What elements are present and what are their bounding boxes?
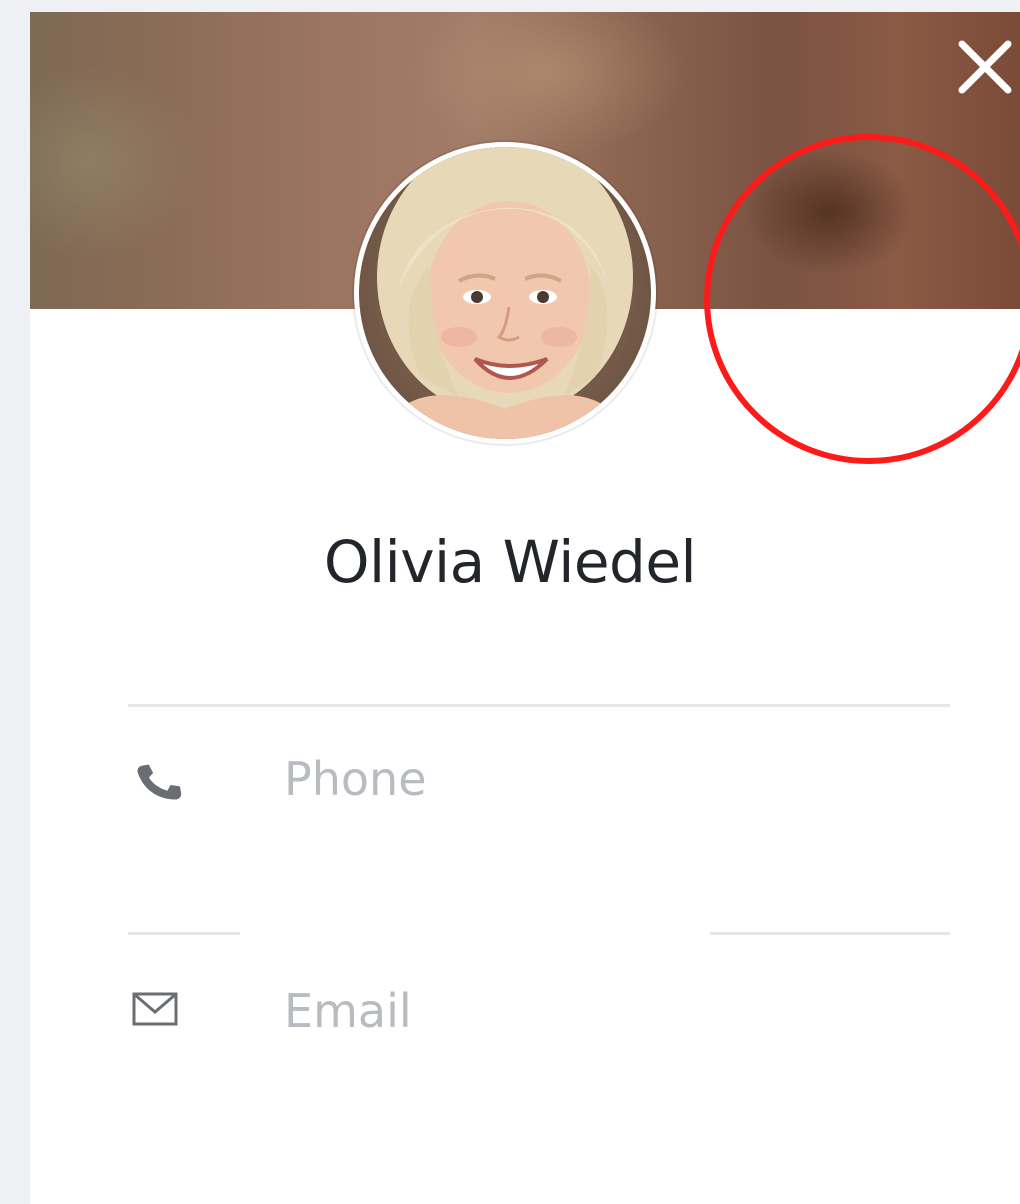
contact-name: Olivia Wiedel: [323, 528, 697, 596]
phone-icon: [137, 764, 182, 800]
email-field[interactable]: Email: [128, 962, 950, 1062]
divider: [710, 932, 950, 935]
avatar[interactable]: [354, 142, 656, 444]
envelope-icon: [132, 992, 178, 1026]
close-icon: [958, 40, 1012, 94]
divider: [128, 704, 950, 707]
phone-field[interactable]: Phone: [128, 730, 950, 830]
phone-label: Phone: [284, 752, 427, 806]
close-button[interactable]: [954, 36, 1016, 98]
divider: [128, 932, 240, 935]
highlight-circle: [704, 134, 1020, 464]
profile-photo: [359, 147, 651, 439]
email-label: Email: [284, 984, 412, 1038]
